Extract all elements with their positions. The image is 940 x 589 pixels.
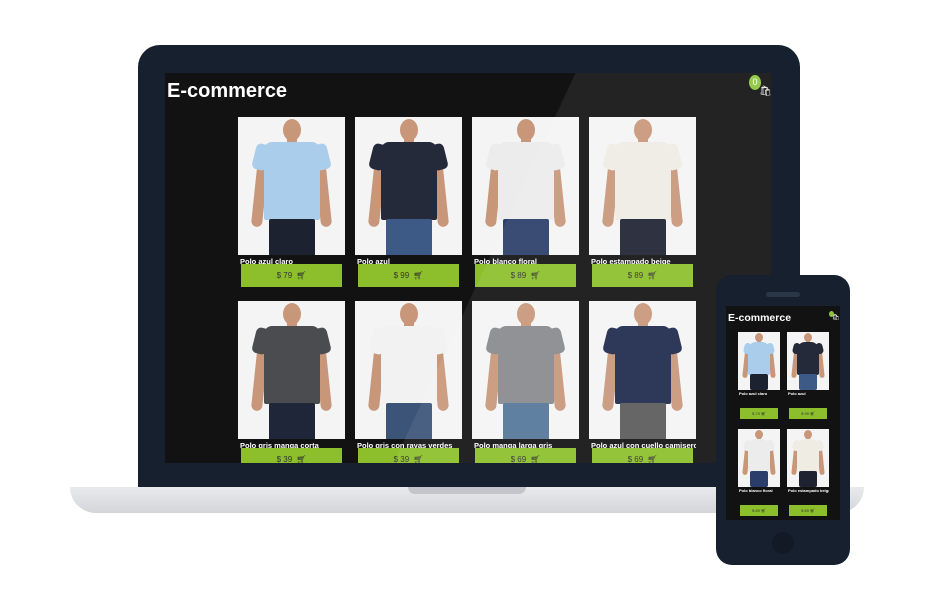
product-image[interactable] xyxy=(738,332,780,390)
product-card: Polo blanco floral $ 89 🛒︎ xyxy=(472,117,579,289)
price-label: $ 69 xyxy=(510,455,527,463)
product-image[interactable] xyxy=(787,429,829,487)
phone-home-button xyxy=(772,532,794,554)
price-label: $ 39 xyxy=(393,455,410,463)
price-label: $ 99 xyxy=(801,411,809,416)
mobile-product-grid: Polo azul claro $ 79 🛒︎ Polo azul $ 99 🛒︎ … xyxy=(738,332,829,520)
phone-speaker xyxy=(766,292,800,297)
product-image[interactable] xyxy=(355,117,462,255)
cart-icon: 🛒︎ xyxy=(809,508,815,513)
mobile-app-title: E-commerce xyxy=(728,312,792,324)
add-to-cart-button[interactable]: $ 39 🛒︎ xyxy=(241,448,342,463)
add-to-cart-button[interactable]: $ 39 🛒︎ xyxy=(358,448,459,463)
mobile-product-card: Polo blanco floral $ 89 🛒︎ xyxy=(738,429,780,520)
price-label: $ 89 xyxy=(752,508,760,513)
product-image[interactable] xyxy=(589,301,696,439)
desktop-screen: E-commerce 0 🛍︎ Polo azul claro $ 79 🛒︎ P… xyxy=(165,73,771,463)
product-card: Polo gris con rayas verdes $ 39 🛒︎ xyxy=(355,301,462,463)
add-to-cart-button[interactable]: $ 79 🛒︎ xyxy=(241,264,342,287)
price-label: $ 89 xyxy=(801,508,809,513)
cart-icon: 🛒︎ xyxy=(530,455,541,463)
product-card: Polo estampado beige $ 89 🛒︎ xyxy=(589,117,696,289)
shopping-bag-icon[interactable]: 🛍︎ xyxy=(832,314,840,321)
price-label: $ 99 xyxy=(393,271,410,280)
product-name: Polo azul xyxy=(788,391,806,396)
price-label: $ 79 xyxy=(752,411,760,416)
cart-icon: 🛒︎ xyxy=(809,411,815,416)
add-to-cart-button[interactable]: $ 89 🛒︎ xyxy=(740,505,778,516)
add-to-cart-button[interactable]: $ 89 🛒︎ xyxy=(789,505,827,516)
mobile-product-card: Polo azul $ 99 🛒︎ xyxy=(787,332,829,424)
cart-icon: 🛒︎ xyxy=(413,455,424,463)
product-image[interactable] xyxy=(472,301,579,439)
product-grid: Polo azul claro $ 79 🛒︎ Polo azul $ 99 🛒︎ … xyxy=(238,117,696,463)
cart-icon: 🛒︎ xyxy=(296,455,307,463)
product-image[interactable] xyxy=(238,301,345,439)
price-label: $ 89 xyxy=(627,271,644,280)
add-to-cart-button[interactable]: $ 99 🛒︎ xyxy=(358,264,459,287)
product-image[interactable] xyxy=(238,117,345,255)
cart-icon: 🛒︎ xyxy=(647,455,658,463)
product-name: Polo blanco floral xyxy=(739,488,773,493)
add-to-cart-button[interactable]: $ 69 🛒︎ xyxy=(475,448,576,463)
product-name: Polo estampado beige xyxy=(788,488,829,493)
cart-icon: 🛒︎ xyxy=(413,271,424,280)
price-label: $ 39 xyxy=(276,455,293,463)
app-title: E-commerce xyxy=(167,80,288,102)
mobile-screen: E-commerce 🛍︎ Polo azul claro $ 79 🛒︎ Pol… xyxy=(726,306,840,520)
mobile-product-card: Polo estampado beige $ 89 🛒︎ xyxy=(787,429,829,520)
product-card: Polo azul $ 99 🛒︎ xyxy=(355,117,462,289)
add-to-cart-button[interactable]: $ 79 🛒︎ xyxy=(740,408,778,419)
product-image[interactable] xyxy=(589,117,696,255)
mobile-product-card: Polo azul claro $ 79 🛒︎ xyxy=(738,332,780,424)
price-label: $ 89 xyxy=(510,271,527,280)
add-to-cart-button[interactable]: $ 89 🛒︎ xyxy=(592,264,693,287)
price-label: $ 69 xyxy=(627,455,644,463)
price-label: $ 79 xyxy=(276,271,293,280)
cart-icon: 🛒︎ xyxy=(760,411,766,416)
product-name: Polo azul claro xyxy=(739,391,768,396)
cart-icon: 🛒︎ xyxy=(530,271,541,280)
product-card: Polo gris manga corta $ 39 🛒︎ xyxy=(238,301,345,463)
cart-icon: 🛒︎ xyxy=(296,271,307,280)
product-card: Polo azul claro $ 79 🛒︎ xyxy=(238,117,345,289)
add-to-cart-button[interactable]: $ 99 🛒︎ xyxy=(789,408,827,419)
product-image[interactable] xyxy=(738,429,780,487)
add-to-cart-button[interactable]: $ 89 🛒︎ xyxy=(475,264,576,287)
add-to-cart-button[interactable]: $ 69 🛒︎ xyxy=(592,448,693,463)
product-card: Polo manga larga gris $ 69 🛒︎ xyxy=(472,301,579,463)
cart-icon: 🛒︎ xyxy=(760,508,766,513)
shopping-bag-icon[interactable]: 🛍︎ xyxy=(759,86,771,97)
laptop-notch xyxy=(408,487,526,494)
product-image[interactable] xyxy=(787,332,829,390)
product-card: Polo azul con cuello camisero $ 69 🛒︎ xyxy=(589,301,696,463)
cart-icon: 🛒︎ xyxy=(647,271,658,280)
product-image[interactable] xyxy=(355,301,462,439)
product-image[interactable] xyxy=(472,117,579,255)
